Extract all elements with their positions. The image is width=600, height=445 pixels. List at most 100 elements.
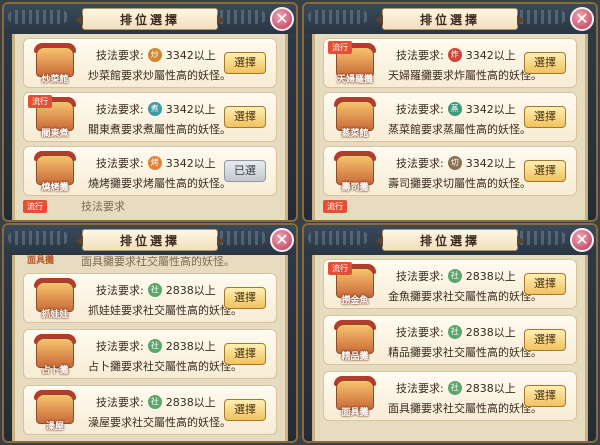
requirement-value: 2838以上 [165,340,216,353]
requirement-value: 2838以上 [465,270,516,283]
requirement-value: 2838以上 [465,382,516,395]
cloud-ornament-icon [8,10,68,24]
stall-description: 壽司攤要求切屬性高的妖怪。 [388,177,531,190]
stall-list: 撈金魚 流行 技法要求: 社 2838以上 金魚攤要求社交屬性高的妖怪。 選擇 精品攤… [312,255,588,441]
stall-row[interactable]: 澡屋 技法要求: 社 2838以上 澡屋要求社交屬性高的妖怪。 選擇 [23,385,277,435]
stall-description: 精品攤要求社交屬性高的妖怪。 [388,346,542,359]
close-button[interactable]: ✕ [570,228,594,252]
stall-description: 天婦羅攤要求炸屬性高的妖怪。 [388,69,542,82]
stall-list: 天婦羅攤 流行 技法要求: 炸 3342以上 天婦羅攤要求炸屬性高的妖怪。 選擇 蒸菜… [312,34,588,220]
stall-list: 面具攤 面具攤要求社交屬性高的妖怪。 抓娃娃 技法要求: 社 2838以上 抓娃娃要… [12,255,288,441]
select-button[interactable]: 選擇 [224,287,266,309]
select-button[interactable]: 選擇 [524,273,566,295]
skill-type-icon: 炸 [447,48,462,62]
stall-row[interactable]: 撈金魚 流行 技法要求: 社 2838以上 金魚攤要求社交屬性高的妖怪。 選擇 [323,259,577,309]
selected-button[interactable]: 已選 [224,160,266,182]
requirement-label: 技法要求: [396,49,444,62]
requirement-label: 技法要求: [96,157,144,170]
panel-header: 排位選擇 ✕ [4,4,296,34]
panel-header: 排位選擇 ✕ [304,4,596,34]
skill-type-icon: 炒 [147,48,162,62]
requirement-value: 3342以上 [165,103,216,116]
select-button[interactable]: 選擇 [524,52,566,74]
stall-name: 精品攤 [341,352,369,362]
cloud-ornament-icon [8,231,68,245]
stall-row[interactable]: 關東煮 流行 技法要求: 煮 3342以上 關東煮要求煮屬性高的妖怪。 選擇 [23,92,277,142]
requirement: 技法要求: 社 2838以上 [396,380,516,396]
stall-row[interactable]: 抓娃娃 技法要求: 社 2838以上 抓娃娃要求社交屬性高的妖怪。 選擇 [23,273,277,323]
stall-description: 燒烤攤要求烤屬性高的妖怪。 [88,177,231,190]
stall-name: 壽司攤 [341,183,369,193]
requirement-value: 2838以上 [165,396,216,409]
trending-badge: 流行 [28,95,52,108]
stall-description: 金魚攤要求社交屬性高的妖怪。 [388,290,542,303]
requirement-label: 技法要求: [96,284,144,297]
stall-name: 抓娃娃 [41,310,69,320]
requirement: 技法要求: 社 2838以上 [396,268,516,284]
stall-description: 蒸菜館要求蒸屬性高的妖怪。 [388,123,531,136]
skill-type-icon: 烤 [147,156,162,170]
skill-type-icon: 社 [147,395,162,409]
stall-art: 精品攤 [332,320,378,362]
ranking-select-panel-bottom-left: 排位選擇 ✕ 面具攤 面具攤要求社交屬性高的妖怪。 抓娃娃 技法要求: 社 2838… [2,223,298,443]
panel-title: 排位選擇 [119,12,180,27]
stall-row[interactable]: 天婦羅攤 流行 技法要求: 炸 3342以上 天婦羅攤要求炸屬性高的妖怪。 選擇 [323,38,577,88]
select-button[interactable]: 選擇 [224,343,266,365]
requirement-label: 技法要求: [96,340,144,353]
close-button[interactable]: ✕ [570,7,594,31]
skill-type-icon: 社 [447,269,462,283]
screenshot-grid: 排位選擇 ✕ 炒菜館 技法要求: 炒 3342以上 炒菜館要求炒屬性高的妖怪。 選擇… [0,0,600,445]
select-button[interactable]: 選擇 [224,399,266,421]
requirement: 技法要求: 蒸 3342以上 [396,101,516,117]
select-button[interactable]: 選擇 [524,106,566,128]
panel-title: 排位選擇 [419,233,480,248]
stall-row[interactable]: 壽司攤 技法要求: 切 3342以上 壽司攤要求切屬性高的妖怪。 選擇 [323,146,577,196]
stall-row[interactable]: 燒烤攤 技法要求: 烤 3342以上 燒烤攤要求烤屬性高的妖怪。 已選 [23,146,277,196]
skill-type-icon: 社 [147,339,162,353]
stall-name: 面具攤 [341,408,369,418]
requirement-label: 技法要求: [96,396,144,409]
cloud-ornament-icon [308,10,368,24]
stall-description: 面具攤要求社交屬性高的妖怪。 [388,402,542,415]
stall-row[interactable]: 面具攤 技法要求: 社 2838以上 面具攤要求社交屬性高的妖怪。 選擇 [323,371,577,421]
skill-type-icon: 社 [447,381,462,395]
skill-type-icon: 社 [447,325,462,339]
requirement-value: 3342以上 [165,49,216,62]
select-button[interactable]: 選擇 [224,52,266,74]
stall-name: 燒烤攤 [41,183,69,193]
stall-art: 炒菜館 [32,43,78,85]
stall-art: 蒸菜館 [332,97,378,139]
trending-badge: 流行 [328,41,352,54]
select-button[interactable]: 選擇 [224,106,266,128]
stall-row[interactable]: 炒菜館 技法要求: 炒 3342以上 炒菜館要求炒屬性高的妖怪。 選擇 [23,38,277,88]
title-banner: 排位選擇 [375,229,525,251]
requirement: 技法要求: 煮 3342以上 [96,101,216,117]
title-banner: 排位選擇 [75,229,225,251]
select-button[interactable]: 選擇 [524,329,566,351]
stall-art: 抓娃娃 [32,278,78,320]
stall-art: 天婦羅攤 流行 [328,41,378,85]
stall-name: 天婦羅攤 [336,75,373,85]
close-button[interactable]: ✕ [270,228,294,252]
requirement-value: 2838以上 [465,326,516,339]
stall-description: 關東煮要求煮屬性高的妖怪。 [88,123,231,136]
partial-row: 面具攤 面具攤要求社交屬性高的妖怪。 [23,255,277,269]
requirement-label: 技法要求: [396,103,444,116]
select-button[interactable]: 選擇 [524,160,566,182]
stall-row[interactable]: 蒸菜館 技法要求: 蒸 3342以上 蒸菜館要求蒸屬性高的妖怪。 選擇 [323,92,577,142]
select-button[interactable]: 選擇 [524,385,566,407]
stall-description: 炒菜館要求炒屬性高的妖怪。 [88,69,231,82]
title-banner: 排位選擇 [75,8,225,30]
requirement-value: 3342以上 [465,103,516,116]
partial-row: 流行 技法要求 [23,200,277,214]
stall-name: 關東煮 [41,129,69,139]
stall-row[interactable]: 精品攤 技法要求: 社 2838以上 精品攤要求社交屬性高的妖怪。 選擇 [323,315,577,365]
stall-name: 占卜攤 [41,366,69,376]
skill-type-icon: 切 [447,156,462,170]
stall-row[interactable]: 占卜攤 技法要求: 社 2838以上 占卜攤要求社交屬性高的妖怪。 選擇 [23,329,277,379]
stall-art: 撈金魚 流行 [328,262,378,306]
requirement-label: 技法要求: [96,49,144,62]
close-button[interactable]: ✕ [270,7,294,31]
partial-text: 技法要求 [81,200,125,213]
ranking-select-panel-top-right: 排位選擇 ✕ 天婦羅攤 流行 技法要求: 炸 3342以上 天婦羅攤要求炸屬性高的妖怪… [302,2,598,222]
